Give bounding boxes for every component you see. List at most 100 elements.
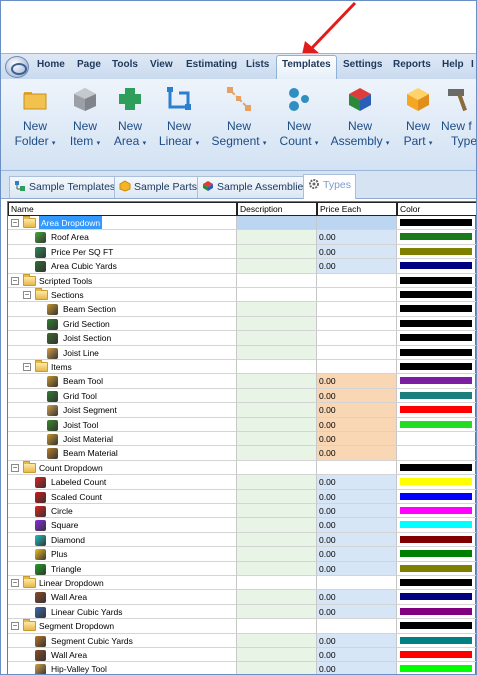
color-swatch[interactable] — [400, 334, 472, 342]
name-cell[interactable]: − Sections — [8, 288, 237, 303]
price-each-cell[interactable]: 0.00 — [317, 475, 397, 490]
tree-folder-row[interactable]: − Linear Dropdown — [8, 576, 476, 591]
name-cell[interactable]: Scaled Count — [8, 489, 237, 504]
collapse-toggle-icon[interactable]: − — [11, 219, 19, 227]
price-each-cell[interactable]: 0.00 — [317, 662, 397, 674]
name-cell[interactable]: Grid Section — [8, 316, 237, 332]
color-swatch[interactable] — [400, 276, 472, 284]
price-each-cell[interactable] — [317, 360, 397, 375]
tree-item-row[interactable]: Linear Cubic Yards 0.00 — [8, 604, 476, 620]
new-count-button[interactable]: New Count ▾ — [274, 83, 324, 151]
tab-tools[interactable]: Tools — [112, 59, 138, 70]
color-cell[interactable] — [397, 259, 476, 274]
color-swatch[interactable] — [400, 463, 472, 471]
color-cell[interactable] — [397, 547, 476, 562]
name-cell[interactable]: Segment Cubic Yards — [8, 633, 237, 648]
price-each-cell[interactable]: 0.00 — [317, 518, 397, 533]
tree-item-row[interactable]: Grid Section — [8, 316, 476, 332]
color-cell[interactable] — [397, 504, 476, 519]
color-swatch[interactable] — [400, 219, 472, 226]
color-cell[interactable] — [397, 533, 476, 548]
price-each-cell[interactable]: 0.00 — [317, 374, 397, 389]
color-swatch[interactable] — [400, 305, 472, 313]
price-each-cell[interactable] — [317, 460, 397, 476]
color-swatch[interactable] — [400, 622, 472, 630]
price-each-cell[interactable] — [317, 576, 397, 591]
color-cell[interactable] — [397, 634, 476, 648]
tree-item-row[interactable]: Wall Area 0.00 — [8, 590, 476, 605]
color-swatch[interactable] — [400, 651, 472, 658]
color-cell[interactable] — [397, 230, 476, 245]
collapse-toggle-icon[interactable]: − — [23, 363, 31, 371]
color-cell[interactable] — [397, 360, 476, 375]
name-cell[interactable]: − Linear Dropdown — [8, 576, 237, 591]
color-cell[interactable] — [397, 418, 476, 432]
name-cell[interactable]: Circle — [8, 504, 237, 519]
color-swatch[interactable] — [400, 564, 472, 572]
color-swatch[interactable] — [400, 262, 472, 270]
name-cell[interactable]: Joist Line — [8, 345, 237, 360]
price-each-cell[interactable] — [317, 216, 397, 231]
color-swatch[interactable] — [400, 319, 472, 327]
price-each-cell[interactable] — [317, 302, 397, 317]
tab-home[interactable]: Home — [37, 59, 65, 70]
name-cell[interactable]: Square — [8, 518, 237, 533]
tab-settings[interactable]: Settings — [343, 59, 382, 70]
color-swatch[interactable] — [400, 406, 472, 414]
color-cell[interactable] — [397, 317, 476, 332]
price-each-cell[interactable]: 0.00 — [317, 532, 397, 548]
name-cell[interactable]: Beam Tool — [8, 374, 237, 389]
color-swatch[interactable] — [400, 636, 472, 644]
price-each-cell[interactable] — [317, 288, 397, 303]
price-each-cell[interactable]: 0.00 — [317, 259, 397, 274]
name-cell[interactable]: Roof Area — [8, 230, 237, 245]
tab-sample-parts[interactable]: Sample Parts — [114, 176, 203, 198]
color-swatch[interactable] — [400, 420, 472, 428]
name-cell[interactable]: Grid Tool — [8, 388, 237, 404]
price-each-cell[interactable]: 0.00 — [317, 388, 397, 404]
description-cell[interactable] — [237, 374, 317, 389]
application-menu-button[interactable] — [5, 56, 29, 78]
color-cell[interactable] — [397, 274, 476, 288]
description-cell[interactable] — [237, 590, 317, 605]
new-area-button[interactable]: New Area ▾ — [105, 83, 155, 151]
color-swatch[interactable] — [400, 478, 472, 486]
tree-item-row[interactable]: Joist Material 0.00 — [8, 432, 476, 447]
description-cell[interactable] — [237, 576, 317, 591]
tree-folder-row[interactable]: − Scripted Tools — [8, 273, 476, 288]
color-swatch[interactable] — [400, 550, 472, 558]
price-each-cell[interactable]: 0.00 — [317, 504, 397, 519]
color-cell[interactable] — [397, 619, 476, 634]
collapse-toggle-icon[interactable]: − — [11, 579, 19, 587]
description-cell[interactable] — [237, 633, 317, 648]
new-folder-button[interactable]: New Folder ▾ — [10, 83, 60, 151]
description-cell[interactable] — [237, 547, 317, 562]
tab-sample-assemblies[interactable]: Sample Assemblies — [197, 176, 314, 198]
color-swatch[interactable] — [400, 391, 472, 399]
collapse-toggle-icon[interactable]: − — [11, 622, 19, 631]
color-cell[interactable] — [397, 562, 476, 576]
name-cell[interactable]: − Scripted Tools — [8, 273, 237, 288]
color-cell[interactable] — [397, 446, 476, 461]
color-swatch[interactable] — [400, 665, 472, 673]
price-each-cell[interactable]: 0.00 — [317, 403, 397, 418]
column-header-price-each[interactable]: Price Each — [317, 202, 397, 216]
price-each-cell[interactable]: 0.00 — [317, 230, 397, 245]
name-cell[interactable]: − Items — [8, 360, 237, 375]
tab-page[interactable]: Page — [77, 59, 101, 70]
price-each-cell[interactable]: 0.00 — [317, 446, 397, 461]
description-cell[interactable] — [237, 446, 317, 461]
tree-item-row[interactable]: Plus 0.00 — [8, 547, 476, 562]
tab-lists[interactable]: Lists — [246, 59, 269, 70]
new-item-button[interactable]: New Item ▾ — [60, 83, 110, 151]
name-cell[interactable]: Hip-Valley Tool — [8, 662, 237, 674]
description-cell[interactable] — [237, 331, 317, 346]
price-each-cell[interactable]: 0.00 — [317, 547, 397, 562]
price-each-cell[interactable]: 0.00 — [317, 648, 397, 663]
name-cell[interactable]: Joist Material — [8, 432, 237, 447]
name-cell[interactable]: Area Cubic Yards — [8, 259, 237, 274]
tree-item-row[interactable]: Grid Tool 0.00 — [8, 388, 476, 404]
column-header-description[interactable]: Description — [237, 202, 317, 216]
description-cell[interactable] — [237, 388, 317, 404]
tree-item-row[interactable]: Scaled Count 0.00 — [8, 489, 476, 504]
